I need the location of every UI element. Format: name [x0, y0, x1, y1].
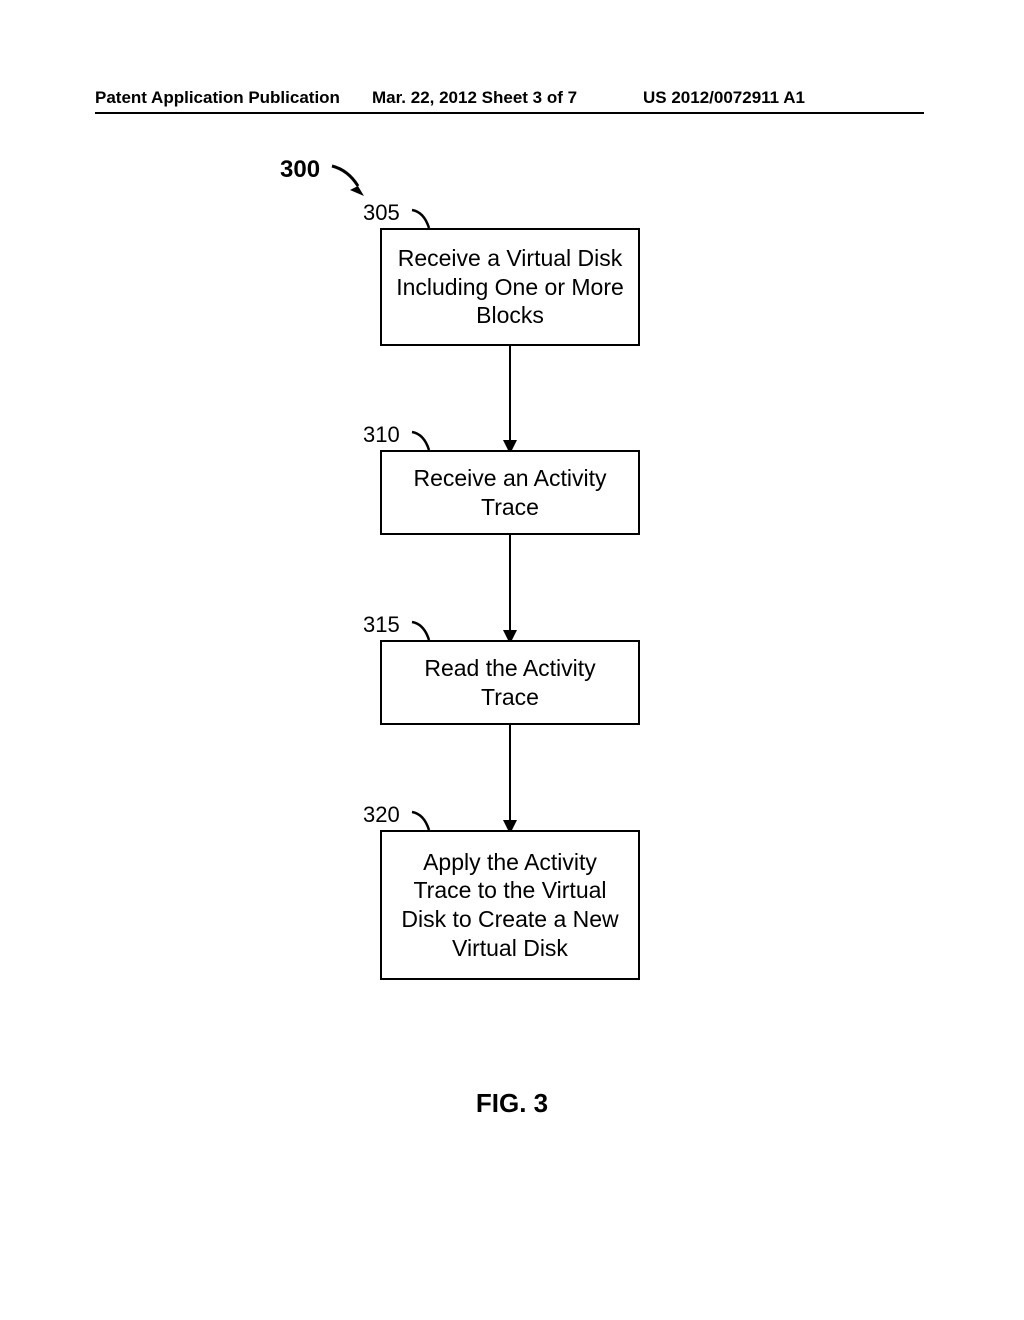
step-text: Receive a Virtual Disk Including One or …: [396, 244, 624, 330]
step-ref-305: 305: [363, 200, 400, 226]
flowchart-main-ref: 300: [280, 156, 320, 184]
connector-line: [509, 725, 511, 830]
step-text: Apply the Activity Trace to the Virtual …: [396, 848, 624, 963]
step-box-315: Read the Activity Trace: [380, 640, 640, 725]
ref-hook-icon: [410, 430, 438, 452]
curved-arrow-icon: [330, 162, 370, 198]
header-divider: [95, 112, 924, 114]
step-ref-315: 315: [363, 612, 400, 638]
step-box-320: Apply the Activity Trace to the Virtual …: [380, 830, 640, 980]
ref-hook-icon: [410, 620, 438, 642]
connector-line: [509, 535, 511, 640]
header-publication: Patent Application Publication: [95, 88, 340, 108]
ref-hook-icon: [410, 208, 438, 230]
step-box-310: Receive an Activity Trace: [380, 450, 640, 535]
ref-hook-icon: [410, 810, 438, 832]
step-ref-320: 320: [363, 802, 400, 828]
figure-label: FIG. 3: [0, 1088, 1024, 1119]
header-doc-number: US 2012/0072911 A1: [643, 88, 805, 108]
header-date-sheet: Mar. 22, 2012 Sheet 3 of 7: [372, 88, 577, 108]
connector-line: [509, 346, 511, 450]
step-text: Read the Activity Trace: [396, 654, 624, 712]
step-ref-310: 310: [363, 422, 400, 448]
step-box-305: Receive a Virtual Disk Including One or …: [380, 228, 640, 346]
step-text: Receive an Activity Trace: [396, 464, 624, 522]
